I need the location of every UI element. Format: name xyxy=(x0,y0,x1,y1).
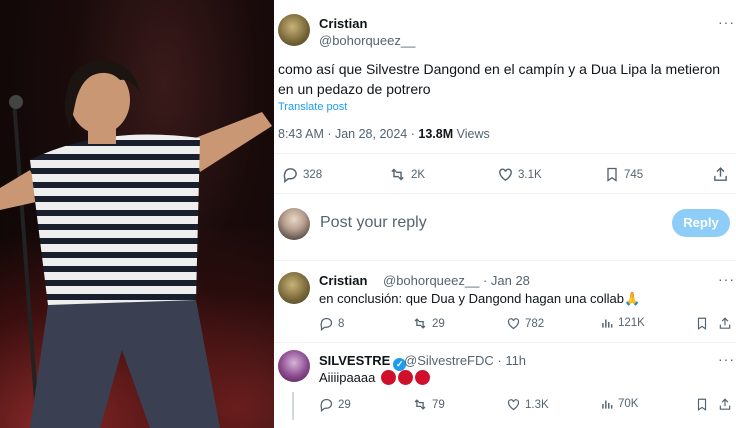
reply-input[interactable]: Post your reply xyxy=(320,214,427,232)
reply-author-name[interactable]: Cristian xyxy=(319,273,367,288)
share-icon xyxy=(719,398,731,410)
bookmark-action[interactable] xyxy=(695,316,709,331)
repost-icon xyxy=(414,399,426,410)
views-label: Views xyxy=(453,127,490,141)
red-heart-icon xyxy=(398,370,413,385)
reply-icon xyxy=(283,168,297,183)
repost-action[interactable]: 29 xyxy=(412,316,445,331)
repost-icon xyxy=(414,318,426,329)
bookmark-icon xyxy=(697,317,707,330)
author-name[interactable]: Cristian xyxy=(319,16,367,31)
reply-count: 328 xyxy=(303,168,323,181)
bookmark-icon xyxy=(697,398,707,411)
more-icon[interactable]: ··· xyxy=(718,271,735,287)
reply-author-handle[interactable]: @bohorqueez__ · Jan 28 xyxy=(383,273,530,288)
repost-count: 2K xyxy=(411,168,426,181)
my-avatar[interactable] xyxy=(278,208,310,240)
reply-button[interactable]: Reply xyxy=(672,209,730,237)
like-action[interactable]: 782 xyxy=(506,316,544,331)
reply-avatar[interactable] xyxy=(278,272,310,304)
like-count: 3.1K xyxy=(518,168,542,181)
reply-avatar[interactable] xyxy=(278,350,310,382)
like-action[interactable]: 1.3K xyxy=(506,397,549,412)
more-icon[interactable]: ··· xyxy=(718,351,735,367)
more-icon[interactable]: ··· xyxy=(718,14,735,30)
reply-text-label: Aiiiipaaaa xyxy=(319,370,376,385)
author-avatar[interactable] xyxy=(278,14,310,46)
repost-action[interactable]: 2K xyxy=(388,166,425,183)
repost-icon xyxy=(391,168,404,181)
like-count: 1.3K xyxy=(525,398,549,411)
divider xyxy=(274,153,736,154)
reply-author-label: SILVESTRE xyxy=(319,353,391,368)
divider xyxy=(274,260,736,261)
share-icon xyxy=(714,167,727,181)
tweet-text: como así que Silvestre Dangond en el cam… xyxy=(278,61,721,97)
divider xyxy=(274,342,736,343)
share-action[interactable] xyxy=(718,316,732,331)
reply-action[interactable]: 8 xyxy=(319,316,344,331)
like-icon xyxy=(507,318,520,330)
views-count: 121K xyxy=(618,317,645,329)
share-action[interactable] xyxy=(718,397,732,412)
tweet-panel: Cristian @bohorqueez__ ··· como así que … xyxy=(274,0,736,428)
reply-text: en conclusión: que Dua y Dangond hagan u… xyxy=(319,291,641,306)
reply-icon xyxy=(320,317,333,331)
red-heart-icon xyxy=(415,370,430,385)
divider xyxy=(274,193,736,194)
bookmark-action[interactable]: 745 xyxy=(604,166,643,183)
views-count: 70K xyxy=(618,398,639,410)
tweet-meta: 8:43 AM · Jan 28, 2024 · 13.8M Views xyxy=(278,127,490,141)
repost-count: 79 xyxy=(432,398,445,411)
views-icon xyxy=(602,319,613,328)
like-icon xyxy=(499,168,512,182)
concert-photo xyxy=(0,0,274,428)
tweet-time[interactable]: 8:43 AM · Jan 28, 2024 · xyxy=(278,127,418,141)
views-icon xyxy=(602,400,613,409)
thread-line xyxy=(292,392,294,420)
reply-action[interactable]: 328 xyxy=(282,166,322,183)
views-action[interactable]: 121K xyxy=(600,316,645,330)
author-handle[interactable]: @bohorqueez__ xyxy=(319,33,415,48)
performer-figure xyxy=(0,60,272,428)
reply-author-handle[interactable]: @SilvestreFDC · 11h xyxy=(404,353,526,368)
bookmark-action[interactable] xyxy=(695,397,709,412)
like-action[interactable]: 3.1K xyxy=(497,166,542,183)
repost-action[interactable]: 79 xyxy=(412,397,445,412)
share-icon xyxy=(719,317,731,329)
like-icon xyxy=(507,399,520,411)
share-action[interactable] xyxy=(712,166,729,183)
like-count: 782 xyxy=(525,317,545,330)
translate-link[interactable]: Translate post xyxy=(278,101,347,113)
reply-text: Aiiiipaaaa xyxy=(319,368,430,388)
bookmark-icon xyxy=(607,167,617,182)
reply-count: 8 xyxy=(338,317,345,330)
bookmark-count: 745 xyxy=(624,168,644,181)
tweet-views: 13.8M xyxy=(418,127,454,141)
reply-icon xyxy=(320,398,333,412)
views-action[interactable]: 70K xyxy=(600,397,638,411)
red-heart-icon xyxy=(381,370,396,385)
reply-action[interactable]: 29 xyxy=(319,397,351,412)
repost-count: 29 xyxy=(432,317,445,330)
reply-count: 29 xyxy=(338,398,351,411)
